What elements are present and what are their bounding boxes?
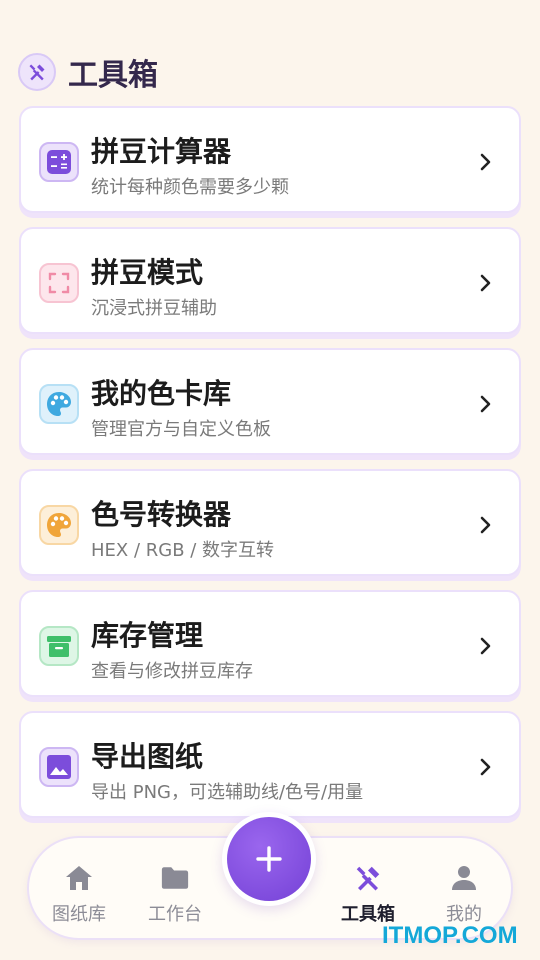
archive-icon: [39, 626, 79, 666]
tool-card-subtitle: HEX / RGB / 数字互转: [91, 540, 275, 561]
tool-card-title: 库存管理: [91, 619, 204, 652]
nav-label: 图纸库: [52, 904, 106, 925]
palette-icon: [39, 505, 79, 545]
tool-card-subtitle: 查看与修改拼豆库存: [91, 661, 253, 682]
tool-card-title: 色号转换器: [91, 498, 232, 531]
tool-card-subtitle: 导出 PNG，可选辅助线/色号/用量: [91, 782, 364, 803]
screen: 工具箱 拼豆计算器 统计每种颜色需要多少颗 拼豆模式 沉浸式拼豆辅助 我的色卡库…: [0, 0, 540, 960]
home-icon: [64, 864, 94, 892]
tools-icon: [353, 864, 383, 892]
chevron-right-icon: [480, 637, 491, 655]
chevron-right-icon: [480, 153, 491, 171]
tool-card-subtitle: 统计每种颜色需要多少颗: [91, 177, 289, 198]
page-title: 工具箱: [68, 58, 158, 93]
nav-item-workbench[interactable]: 工作台: [132, 838, 218, 938]
chevron-right-icon: [480, 516, 491, 534]
tool-card-calculator[interactable]: 拼豆计算器 统计每种颜色需要多少颗: [19, 106, 521, 213]
user-icon: [449, 864, 479, 892]
tool-card-title: 拼豆计算器: [91, 135, 232, 168]
tool-list: 拼豆计算器 统计每种颜色需要多少颗 拼豆模式 沉浸式拼豆辅助 我的色卡库 管理官…: [19, 106, 521, 832]
tools-icon: [18, 53, 56, 91]
palette-icon: [39, 384, 79, 424]
tool-card-export[interactable]: 导出图纸 导出 PNG，可选辅助线/色号/用量: [19, 711, 521, 818]
fullscreen-icon: [39, 263, 79, 303]
tool-card-subtitle: 沉浸式拼豆辅助: [91, 298, 217, 319]
page-header: 工具箱: [18, 50, 158, 94]
calculator-icon: [39, 142, 79, 182]
chevron-right-icon: [480, 395, 491, 413]
tool-card-color-library[interactable]: 我的色卡库 管理官方与自定义色板: [19, 348, 521, 455]
folder-icon: [160, 864, 190, 892]
tool-card-subtitle: 管理官方与自定义色板: [91, 419, 271, 440]
tool-card-bead-mode[interactable]: 拼豆模式 沉浸式拼豆辅助: [19, 227, 521, 334]
nav-label: 工作台: [148, 904, 202, 925]
tool-card-inventory[interactable]: 库存管理 查看与修改拼豆库存: [19, 590, 521, 697]
add-button[interactable]: [222, 812, 316, 906]
tool-card-title: 我的色卡库: [91, 377, 232, 410]
image-icon: [39, 747, 79, 787]
plus-icon: [227, 817, 311, 901]
nav-item-gallery[interactable]: 图纸库: [36, 838, 122, 938]
chevron-right-icon: [480, 758, 491, 776]
tool-card-title: 拼豆模式: [91, 256, 204, 289]
chevron-right-icon: [480, 274, 491, 292]
watermark: ITMOP.COM: [382, 922, 518, 949]
tool-card-title: 导出图纸: [91, 740, 204, 773]
tool-card-color-converter[interactable]: 色号转换器 HEX / RGB / 数字互转: [19, 469, 521, 576]
